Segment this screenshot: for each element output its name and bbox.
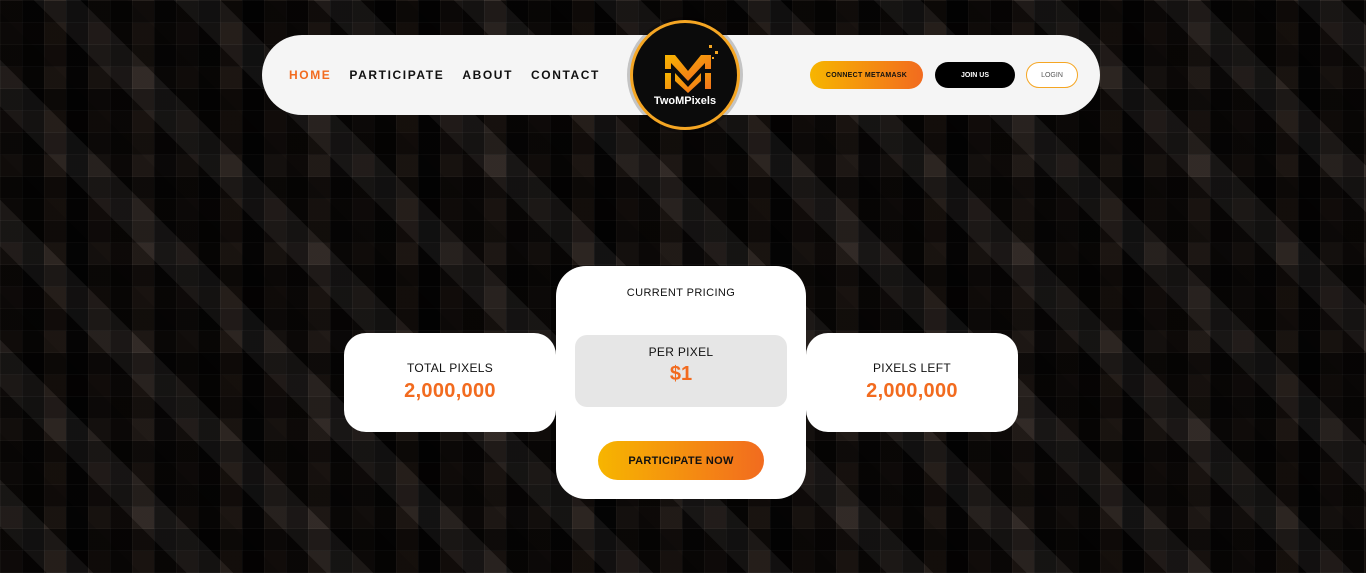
pixels-left-card: PIXELS LEFT 2,000,000	[806, 333, 1018, 432]
nav-participate[interactable]: PARTICIPATE	[349, 68, 444, 82]
price-per-pixel-box: PER PIXEL $1	[575, 335, 787, 407]
pixels-left-label: PIXELS LEFT	[873, 361, 951, 375]
main-nav: HOME PARTICIPATE ABOUT CONTACT	[289, 35, 600, 115]
total-pixels-label: TOTAL PIXELS	[406, 361, 494, 375]
logo-text: TwoMPixels	[653, 95, 717, 107]
per-pixel-value: $1	[669, 363, 693, 385]
nav-home[interactable]: HOME	[289, 68, 331, 82]
join-us-button[interactable]: JOIN US	[935, 62, 1015, 88]
connect-metamask-button[interactable]: CONNECT METAMASK	[810, 61, 923, 89]
total-pixels-value: 2,000,000	[404, 380, 496, 402]
mm-logo-icon	[665, 55, 711, 93]
site-logo[interactable]: TwoMPixels	[630, 20, 740, 130]
nav-contact[interactable]: CONTACT	[531, 68, 600, 82]
pricing-title: CURRENT PRICING	[626, 287, 736, 299]
pricing-card: CURRENT PRICING PER PIXEL $1 PARTICIPATE…	[556, 266, 806, 499]
sparkle-icon	[712, 57, 714, 59]
pixels-left-value: 2,000,000	[866, 380, 958, 402]
sparkle-icon	[715, 51, 718, 54]
nav-about[interactable]: ABOUT	[462, 68, 513, 82]
per-pixel-label: PER PIXEL	[648, 345, 714, 359]
participate-now-button[interactable]: PARTICIPATE NOW	[598, 441, 764, 480]
sparkle-icon	[709, 45, 712, 48]
login-button[interactable]: LOGIN	[1026, 62, 1078, 88]
total-pixels-card: TOTAL PIXELS 2,000,000	[344, 333, 556, 432]
